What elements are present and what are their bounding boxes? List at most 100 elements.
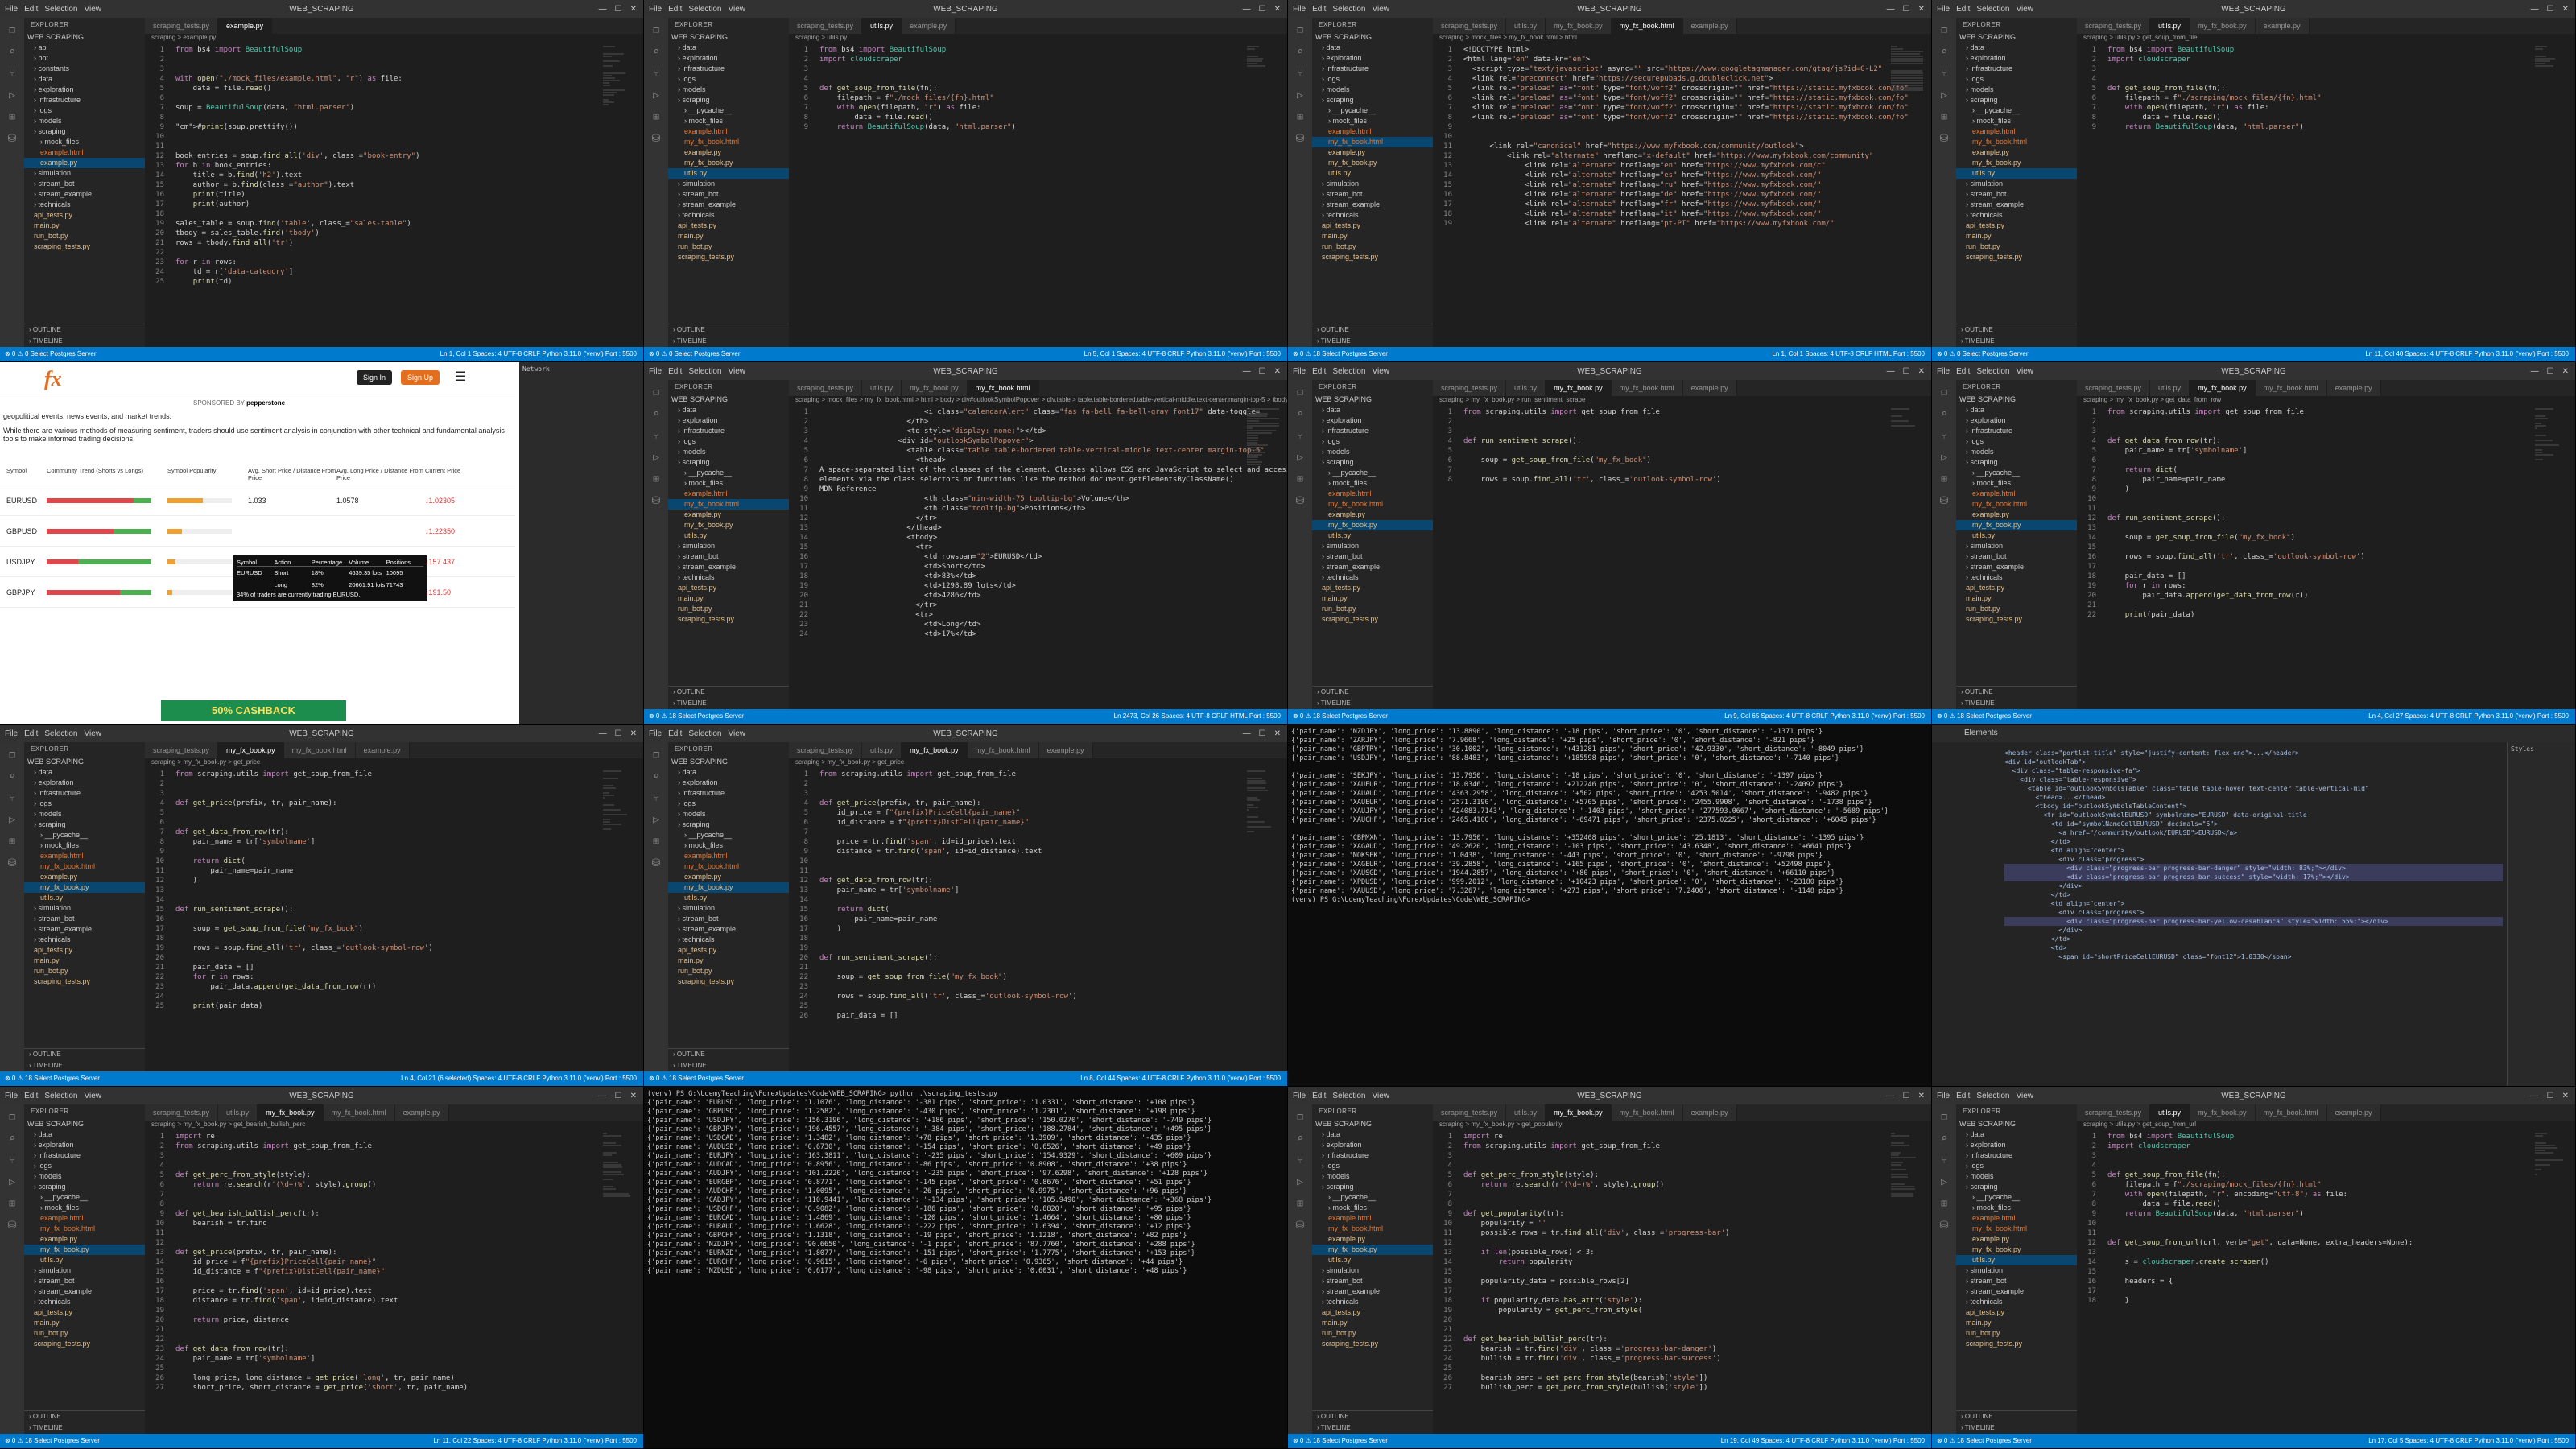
maximize-icon[interactable]: ☐ — [1903, 5, 1910, 14]
explorer-item[interactable]: › models — [668, 447, 789, 457]
explorer-item[interactable]: › infrastructure — [24, 788, 145, 799]
run-debug-icon[interactable]: ▷ — [653, 814, 659, 826]
status-left[interactable]: ⊗ 0 ⚠ 0 Select Postgres Server — [5, 347, 96, 361]
editor-tab[interactable]: my_fx_book.html — [1611, 1104, 1683, 1121]
explorer-item[interactable]: › stream_example — [668, 200, 789, 210]
code-line[interactable] — [175, 953, 643, 963]
explorer-item[interactable]: my_fx_book.html — [1956, 499, 2077, 510]
code-line[interactable]: <table class="table table-bordered table… — [819, 446, 1287, 456]
code-line[interactable]: pair_name=pair_name — [819, 914, 1287, 924]
explorer-item[interactable]: › stream_bot — [1956, 189, 2077, 200]
explorer-item[interactable]: › stream_example — [668, 562, 789, 572]
editor-tab[interactable]: example.py — [1038, 742, 1093, 758]
explorer-item[interactable]: main.py — [1956, 1318, 2077, 1328]
code-line[interactable]: author = b.find(class_="author").text — [175, 180, 643, 190]
code-line[interactable] — [175, 93, 643, 103]
editor-tab[interactable]: my_fx_book.py — [2190, 1104, 2256, 1121]
code-line[interactable]: short_price, short_distance = get_price(… — [175, 1383, 643, 1393]
explorer-item[interactable]: › models — [1312, 1171, 1433, 1182]
explorer-item[interactable]: › exploration — [668, 53, 789, 64]
code-line[interactable]: id_price = f"{prefix}PriceCell{pair_name… — [175, 1257, 643, 1267]
editor-tab[interactable]: example.py — [902, 18, 956, 34]
code-editor[interactable]: 1 2 3 4 5 6 7 8 9 10 11 12 13 14 15 16 17 18 19 20 21 22 23 24 2… — [145, 770, 643, 1071]
explorer-item[interactable]: › data — [1956, 405, 2077, 415]
status-right[interactable]: Ln 8, Col 44 Spaces: 4 UTF-8 CRLF Python… — [1080, 1071, 1287, 1086]
menu-selection[interactable]: Selection — [1332, 1092, 1365, 1100]
explorer-item[interactable]: run_bot.py — [1312, 604, 1433, 614]
explorer-item[interactable]: utils.py — [24, 893, 145, 903]
explorer-item[interactable]: › stream_example — [1312, 200, 1433, 210]
editor-tab[interactable]: scraping_tests.py — [145, 1104, 219, 1121]
explorer-item[interactable]: › scraping — [668, 457, 789, 468]
search-icon[interactable]: ⌕ — [653, 408, 659, 420]
explorer-item[interactable]: › stream_bot — [1956, 551, 2077, 562]
outline-section[interactable]: › OUTLINE — [24, 1411, 145, 1422]
explorer-item[interactable]: › simulation — [1312, 1265, 1433, 1276]
code-line[interactable] — [1463, 427, 1931, 436]
menu-view[interactable]: View — [85, 1092, 102, 1100]
code-line[interactable]: return dict( — [175, 857, 643, 866]
code-line[interactable]: if len(possible_rows) < 3: — [1463, 1248, 1931, 1257]
code-line[interactable]: </th> — [819, 417, 1287, 427]
explorer-item[interactable]: › constants — [24, 64, 145, 74]
run-debug-icon[interactable]: ▷ — [1297, 1176, 1303, 1188]
explorer-item[interactable]: example.html — [668, 126, 789, 137]
code-line[interactable] — [819, 74, 1287, 84]
code-line[interactable] — [819, 857, 1287, 866]
project-root[interactable]: WEB SCRAPING — [1956, 394, 2077, 405]
code-line[interactable] — [819, 866, 1287, 876]
explorer-item[interactable]: › data — [668, 405, 789, 415]
maximize-icon[interactable]: ☐ — [1259, 5, 1266, 14]
explorer-item[interactable]: › technicals — [1312, 210, 1433, 221]
project-root[interactable]: WEB SCRAPING — [24, 1119, 145, 1129]
cashback-banner[interactable]: 50% CASHBACK — [161, 700, 346, 721]
editor-tab[interactable]: utils.py — [218, 1104, 258, 1121]
code-line[interactable]: data = file.read() — [175, 84, 643, 93]
code-line[interactable]: <td>83%</td> — [819, 572, 1287, 581]
source-code[interactable]: <!DOCTYPE html> <html lang="en" data-kn="… — [1463, 45, 1931, 229]
menu-file[interactable]: File — [1293, 1092, 1306, 1100]
run-debug-icon[interactable]: ▷ — [1941, 452, 1947, 464]
code-line[interactable]: <tr> — [819, 610, 1287, 620]
explorer-item[interactable]: › stream_bot — [24, 1276, 145, 1286]
source-control-icon[interactable]: ⑂ — [1297, 1154, 1303, 1166]
code-line[interactable]: <link rel="canonical" href="https://www.… — [1463, 142, 1931, 151]
editor-tab[interactable]: utils.py — [2150, 380, 2190, 396]
code-line[interactable] — [819, 963, 1287, 972]
explorer-item[interactable]: › exploration — [1312, 53, 1433, 64]
explorer-item[interactable]: api_tests.py — [1312, 583, 1433, 593]
code-line[interactable]: ) — [2107, 485, 2575, 494]
code-line[interactable] — [1463, 1315, 1931, 1325]
explorer-item[interactable]: › technicals — [668, 210, 789, 221]
close-icon[interactable]: ✕ — [1918, 1092, 1925, 1100]
dom-node[interactable]: <td> — [2004, 943, 2503, 952]
explorer-item[interactable]: › scraping — [24, 819, 145, 830]
explorer-item[interactable]: my_fx_book.html — [668, 137, 789, 147]
source-control-icon[interactable]: ⑂ — [1941, 68, 1947, 80]
explorer-item[interactable]: example.html — [24, 1213, 145, 1224]
code-line[interactable] — [1463, 1267, 1931, 1277]
database-icon[interactable]: ⛁ — [652, 857, 661, 869]
explorer-item[interactable]: › technicals — [1956, 572, 2077, 583]
minimap[interactable] — [1891, 407, 1923, 709]
explorer-item[interactable]: › logs — [24, 799, 145, 809]
close-icon[interactable]: ✕ — [630, 729, 637, 738]
code-line[interactable]: <thead> — [819, 456, 1287, 465]
outline-section[interactable]: › OUTLINE — [1312, 324, 1433, 336]
symbol-cell[interactable]: GBPUSD — [6, 527, 47, 535]
search-icon[interactable]: ⌕ — [653, 46, 659, 58]
editor-tab[interactable]: my_fx_book.py — [1546, 1104, 1612, 1121]
code-line[interactable]: pair_name=pair_name — [175, 866, 643, 876]
files-icon[interactable]: ❐ — [1941, 24, 1947, 36]
code-line[interactable]: def get_data_from_row(tr): — [175, 1344, 643, 1354]
dom-node[interactable]: <tbody id="outlookSymbolsTableContent"> — [2004, 802, 2503, 811]
explorer-item[interactable]: › __pycache__ — [668, 468, 789, 478]
status-left[interactable]: ⊗ 0 ⚠ 18 Select Postgres Server — [1293, 709, 1388, 724]
code-line[interactable]: </tr> — [819, 601, 1287, 610]
explorer-item[interactable]: › __pycache__ — [1956, 105, 2077, 116]
code-line[interactable] — [819, 895, 1287, 905]
explorer-item[interactable]: › models — [24, 1171, 145, 1182]
code-line[interactable] — [2107, 74, 2575, 84]
maximize-icon[interactable]: ☐ — [615, 1092, 622, 1100]
explorer-item[interactable]: › mock_files — [1956, 1203, 2077, 1213]
